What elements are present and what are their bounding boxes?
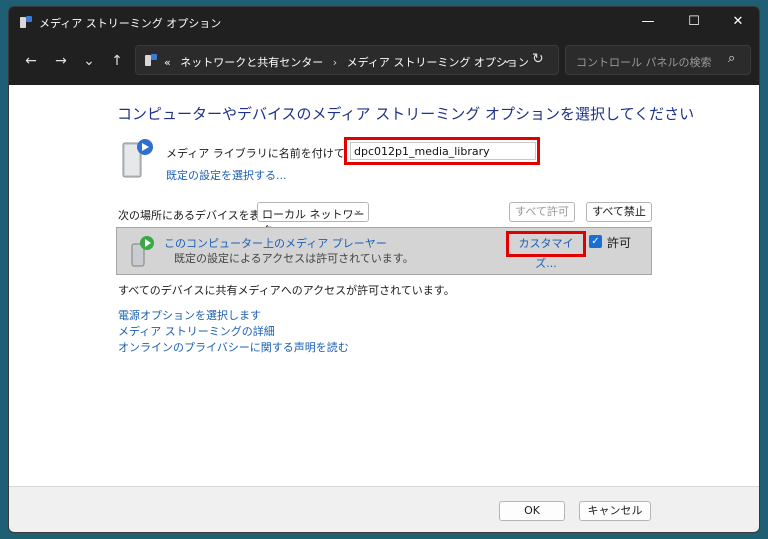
control-panel-icon [145, 54, 157, 66]
search-icon[interactable]: ⌕ [728, 51, 735, 66]
library-name-highlight [344, 137, 540, 165]
recent-locations-button[interactable]: ⌄ [79, 51, 99, 71]
media-player-icon [131, 236, 154, 267]
network-location-select[interactable]: ローカル ネットワーク ⌄ [257, 202, 369, 237]
device-name[interactable]: このコンピューター上のメディア プレーヤー [164, 235, 387, 251]
chevron-down-icon: ⌄ [354, 205, 363, 216]
privacy-statement-link[interactable]: オンラインのプライバシーに関する声明を読む [118, 339, 349, 355]
library-name-input[interactable] [350, 142, 536, 160]
close-button[interactable]: ✕ [715, 7, 759, 37]
allow-label: 許可 [607, 236, 632, 250]
ok-button[interactable]: OK [499, 501, 565, 521]
main-content: コンピューターやデバイスのメディア ストリーミング オプションを選択してください… [9, 85, 759, 486]
device-description: 既定の設定によるアクセスは許可されています。 [174, 252, 414, 265]
streaming-details-link[interactable]: メディア ストリーミングの詳細 [118, 323, 275, 339]
refresh-icon[interactable]: ↻ [532, 51, 544, 67]
default-settings-link[interactable]: 既定の設定を選択する... [166, 167, 287, 183]
breadcrumb-overflow[interactable]: « [164, 56, 171, 69]
minimize-button[interactable]: — [625, 7, 671, 37]
search-box[interactable]: コントロール パネルの検索 ⌕ [565, 45, 751, 75]
power-options-link[interactable]: 電源オプションを選択します [118, 307, 261, 323]
show-devices-label: 次の場所にあるデバイスを表示: [118, 209, 276, 222]
media-streaming-icon [20, 16, 32, 28]
search-placeholder: コントロール パネルの検索 [576, 56, 712, 69]
media-library-icon [122, 139, 153, 178]
chevron-down-icon[interactable]: ⌄ [502, 52, 512, 66]
dialog-footer: OK キャンセル [9, 486, 759, 532]
breadcrumb: « ネットワークと共有センター › メディア ストリーミング オプション [164, 54, 529, 70]
media-streaming-window: メディア ストリーミング オプション — ☐ ✕ ← → ⌄ ↑ « ネットワー… [8, 6, 760, 533]
page-title: コンピューターやデバイスのメディア ストリーミング オプションを選択してください [117, 105, 695, 123]
window-title: メディア ストリーミング オプション [39, 17, 222, 30]
customize-button[interactable]: カスタマイズ... [506, 231, 586, 270]
cancel-button[interactable]: キャンセル [579, 501, 651, 521]
block-all-button[interactable]: すべて禁止 [586, 202, 652, 222]
breadcrumb-network-center[interactable]: ネットワークと共有センター [180, 56, 323, 69]
address-bar[interactable]: « ネットワークと共有センター › メディア ストリーミング オプション ⌄ ↻ [135, 45, 559, 75]
title-bar: メディア ストリーミング オプション — ☐ ✕ [9, 7, 759, 37]
maximize-button[interactable]: ☐ [671, 7, 717, 37]
up-button[interactable]: ↑ [107, 51, 127, 71]
allow-checkbox[interactable]: ✓ [589, 235, 602, 248]
access-status-text: すべてのデバイスに共有メディアへのアクセスが許可されています。 [118, 284, 455, 297]
breadcrumb-separator: › [332, 56, 338, 69]
device-row: このコンピューター上のメディア プレーヤー 既定の設定によるアクセスは許可されて… [116, 227, 652, 275]
allow-all-button[interactable]: すべて許可 [509, 202, 575, 222]
back-button[interactable]: ← [21, 51, 41, 71]
forward-button[interactable]: → [51, 51, 71, 71]
navigation-bar: ← → ⌄ ↑ « ネットワークと共有センター › メディア ストリーミング オ… [9, 37, 759, 85]
